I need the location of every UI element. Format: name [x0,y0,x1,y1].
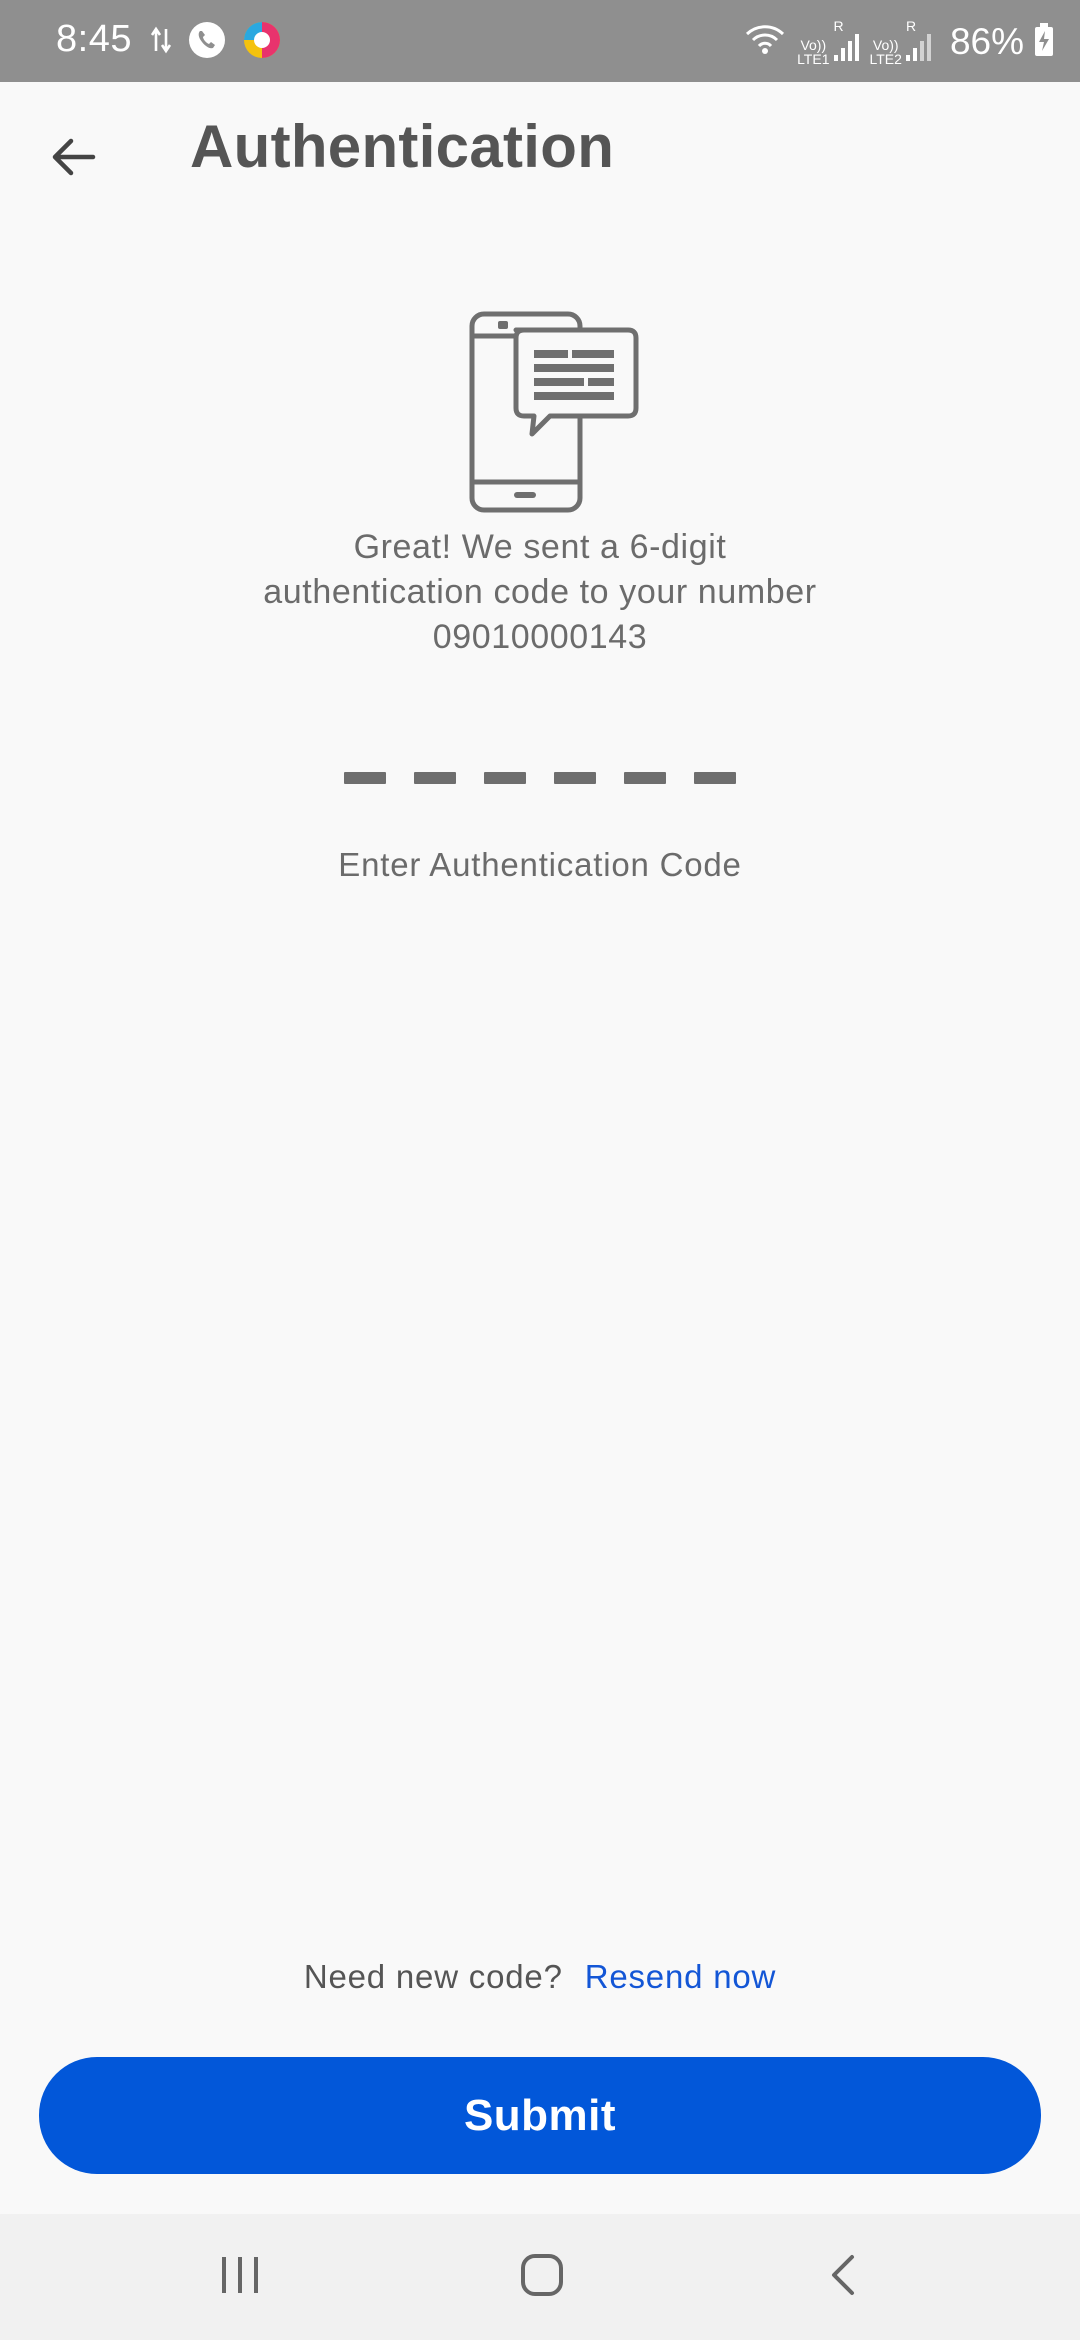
authentication-screen: 8:45 Vo)) LTE1 R Vo)) LTE2 R 86% Authent… [0,0,1080,2340]
back-button[interactable] [40,126,106,192]
message-line-2: authentication code to your number [263,573,817,611]
code-digit-slot[interactable] [554,772,596,784]
submit-button[interactable]: Submit [39,2057,1041,2174]
sent-code-message: Great! We sent a 6-digit authentication … [140,525,940,660]
header: Authentication [0,82,1080,232]
phone-call-icon [188,21,226,64]
network-1-label: LTE1 [797,50,830,67]
system-back-button[interactable] [808,2244,878,2310]
phone-message-icon [462,306,642,516]
status-bar: 8:45 Vo)) LTE1 R Vo)) LTE2 R 86% [0,0,1080,82]
code-digit-slot[interactable] [414,772,456,784]
app-notification-icon [242,20,282,65]
resend-row: Need new code? Resend now [0,1958,1080,1996]
status-right-icons: Vo)) LTE1 R Vo)) LTE2 R 86% [743,14,1054,70]
volte-2-label: Vo)) [872,36,899,53]
code-input-label: Enter Authentication Code [338,846,742,883]
roaming-1-label: R [833,17,844,34]
network-2-label: LTE2 [869,50,902,67]
home-icon [519,2252,565,2303]
message-line-1: Great! We sent a 6-digit [353,528,727,566]
back-icon [828,2253,858,2302]
code-digit-slot[interactable] [484,772,526,784]
signal-icon [905,33,932,66]
battery-percentage: 86% [949,21,1024,62]
data-transfer-icon [150,25,172,60]
code-digit-slot[interactable] [624,772,666,784]
signal-icon [833,33,860,66]
home-button[interactable] [507,2244,577,2310]
code-digit-slot[interactable] [344,772,386,784]
phone-number: 09010000143 [432,618,648,656]
wifi-icon [743,22,787,63]
status-time: 8:45 [56,18,132,60]
navigation-bar [0,2214,1080,2340]
arrow-left-icon [49,137,97,182]
authentication-code-input[interactable] [344,766,736,790]
sim2-indicator: Vo)) LTE2 R [870,19,932,66]
volte-1-label: Vo)) [800,36,827,53]
resend-prompt: Need new code? [303,1958,563,1995]
status-left-icons [150,20,282,64]
roaming-2-label: R [905,17,917,34]
page-title: Authentication [190,113,615,180]
resend-now-link[interactable]: Resend now [585,1958,776,1995]
code-digit-slot[interactable] [694,772,736,784]
recent-apps-icon [218,2255,262,2300]
sim1-indicator: Vo)) LTE1 R [797,19,859,66]
recent-apps-button[interactable] [205,2244,275,2310]
battery-charging-icon [1034,22,1054,62]
